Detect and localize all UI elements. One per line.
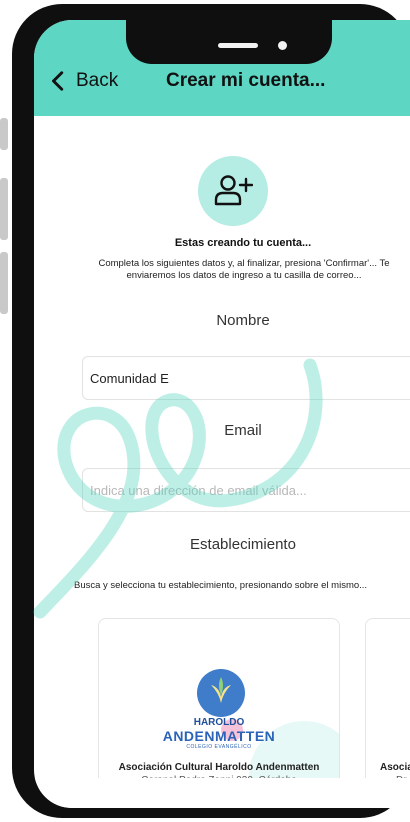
- nombre-input[interactable]: Comunidad E: [82, 356, 410, 400]
- back-button[interactable]: Back: [48, 70, 118, 92]
- nombre-label: Nombre: [216, 312, 270, 329]
- back-label: Back: [76, 70, 119, 91]
- notch: [126, 20, 332, 64]
- establecimiento-label: Establecimiento: [190, 536, 296, 553]
- mute-switch: [0, 118, 8, 150]
- stage: Back Crear mi cuenta... Estas creando tu…: [0, 0, 410, 822]
- volume-up-button: [0, 178, 8, 240]
- leaf-icon: [211, 677, 231, 703]
- logo-text-line1: HAROLDO: [193, 717, 245, 728]
- header-bar: Back Crear mi cuenta...: [34, 20, 410, 116]
- phone-frame: Back Crear mi cuenta... Estas creando tu…: [12, 4, 410, 818]
- add-user-avatar: [198, 156, 268, 226]
- intro-title: Estas creando tu cuenta...: [174, 237, 312, 249]
- email-input[interactable]: Indica una dirección de email válida...: [82, 468, 410, 512]
- logo-text-line3: COLEGIO EVANGÉLICO: [186, 744, 252, 750]
- speaker: [218, 43, 258, 48]
- establishment-name: Asociació: [380, 762, 410, 773]
- bottom-safe-area: [34, 778, 410, 808]
- search-hint: Busca y selecciona tu establecimiento, p…: [74, 580, 368, 591]
- establishment-name: Asociación Cultural Haroldo Andenmatten: [118, 762, 320, 773]
- intro-text: Completa los siguientes datos y, al fina…: [98, 258, 390, 281]
- camera: [278, 41, 287, 50]
- add-user-icon: [214, 175, 253, 206]
- page-title: Crear mi cuenta...: [166, 70, 326, 91]
- email-label: Email: [224, 422, 262, 439]
- screen: Back Crear mi cuenta... Estas creando tu…: [34, 20, 410, 808]
- chevron-left-icon: [52, 71, 64, 91]
- logo-text-line2: ANDENMATTEN: [162, 728, 276, 744]
- volume-down-button: [0, 252, 8, 314]
